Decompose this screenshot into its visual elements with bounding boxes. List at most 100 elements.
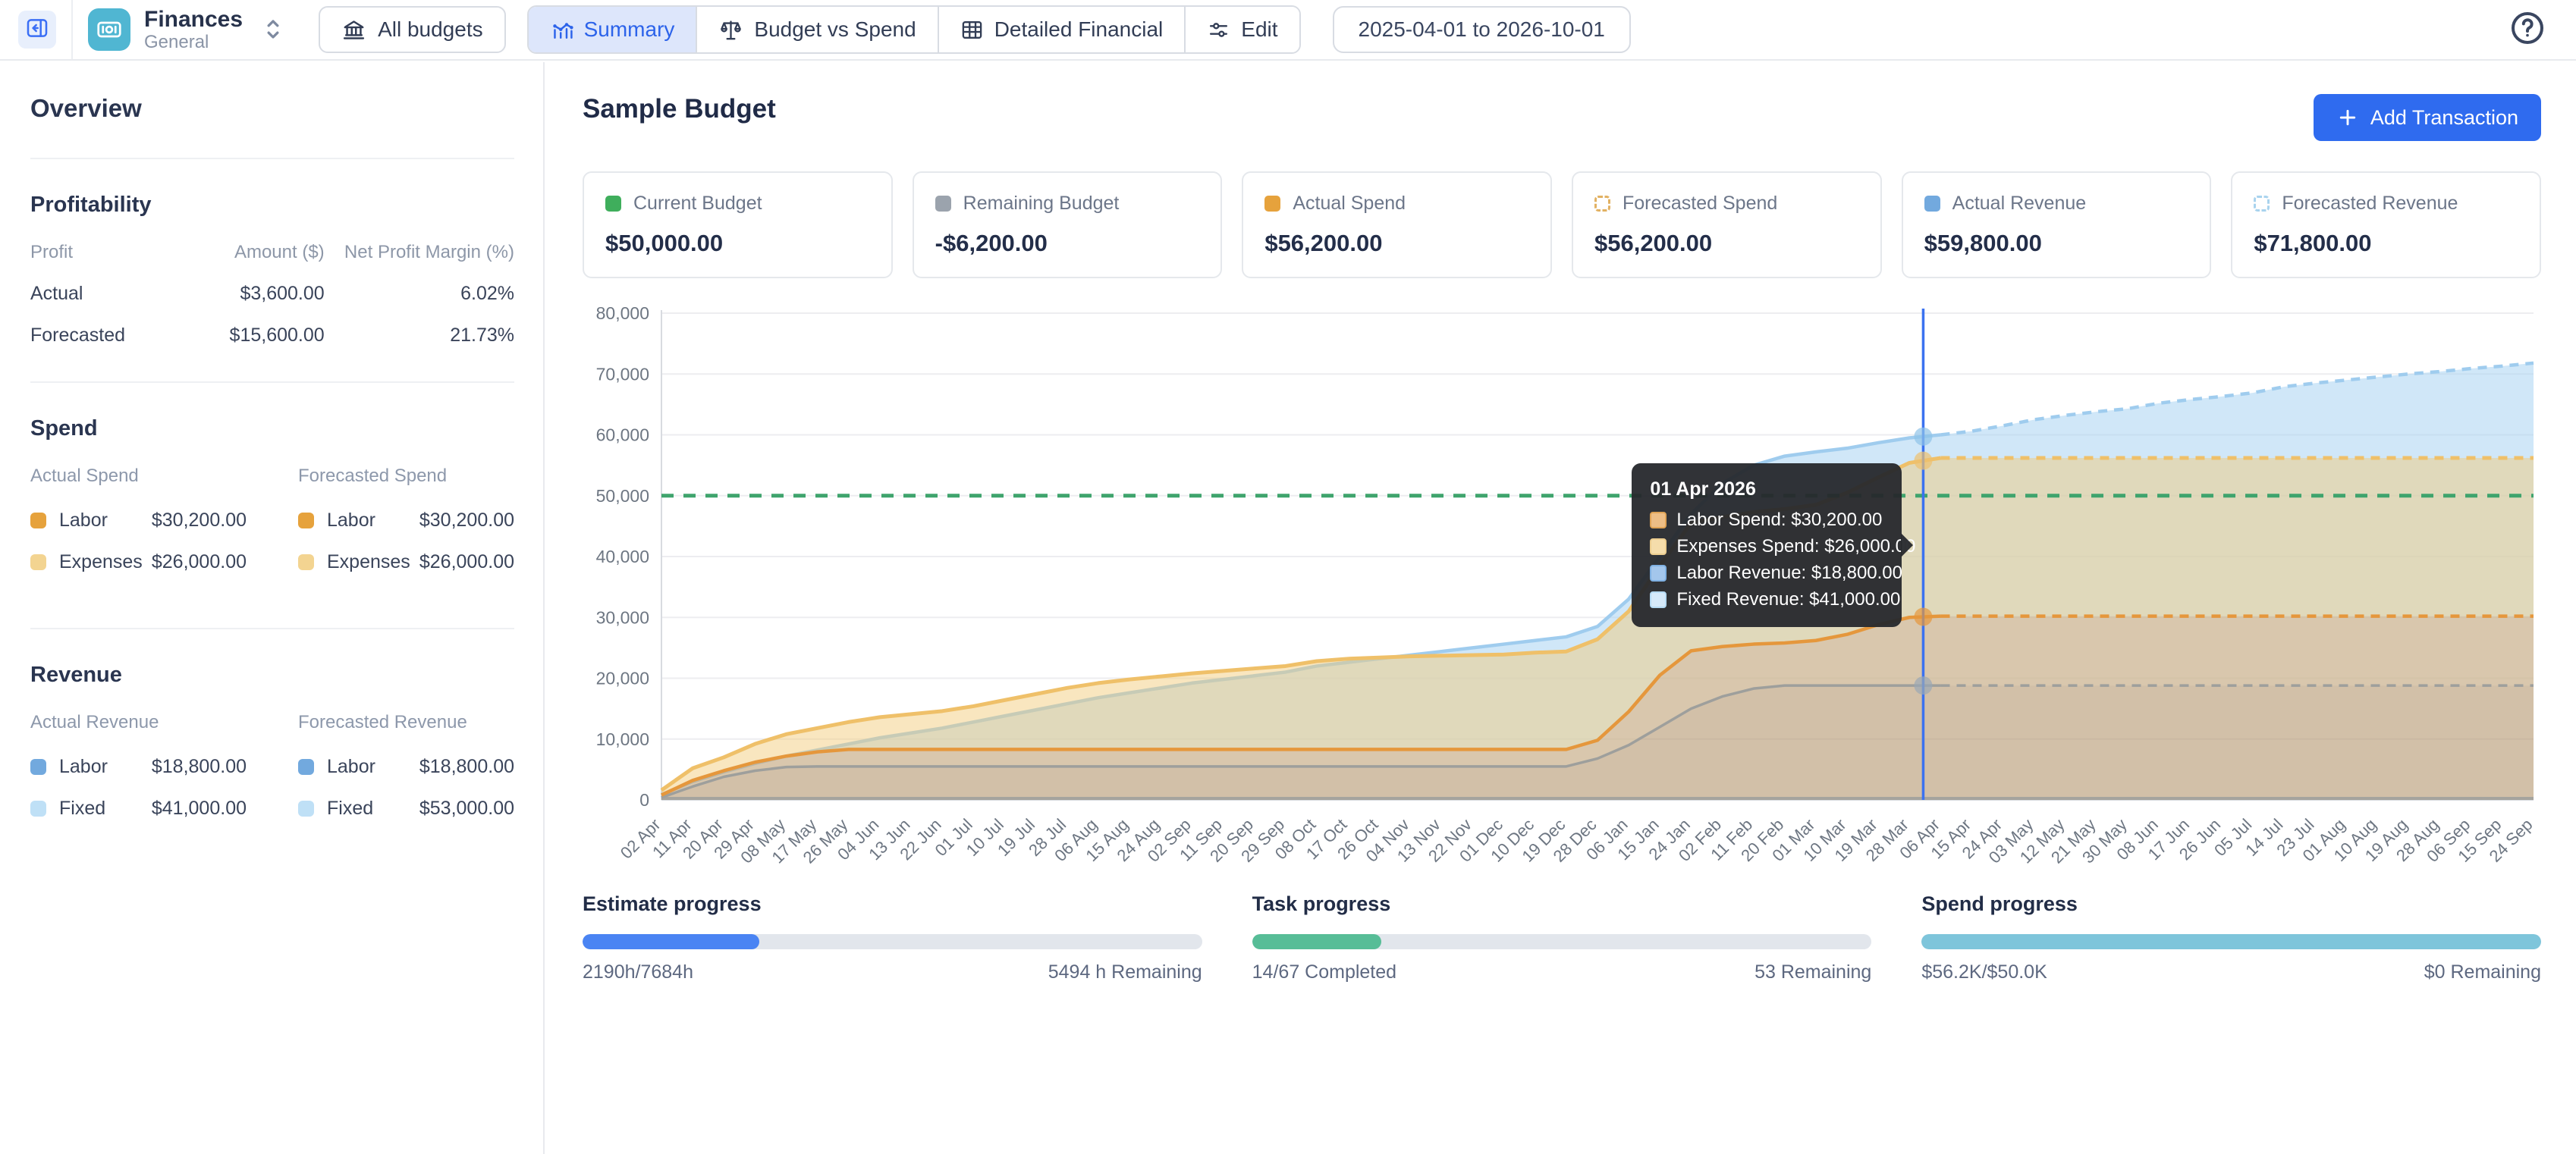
- progress-left-text: $56.2K/$50.0K: [1921, 961, 2047, 983]
- progress-right-text: 5494 h Remaining: [1048, 961, 1202, 983]
- progress-block: Task progress14/67 Completed53 Remaining: [1252, 892, 1872, 983]
- legend-label: Labor: [59, 756, 108, 778]
- collapse-sidebar-button[interactable]: [18, 11, 56, 49]
- profit-cell: $15,600.00: [159, 325, 325, 347]
- add-transaction-label: Add Transaction: [2370, 106, 2518, 130]
- legend-value: $53,000.00: [419, 798, 514, 820]
- stat-label: Forecasted Revenue: [2282, 193, 2458, 215]
- tooltip-row: Labor Spend: $30,200.00: [1650, 510, 1883, 531]
- help-button[interactable]: [2509, 10, 2546, 50]
- nav-group: Summary Budget vs Spend Detailed Financial…: [527, 5, 1301, 54]
- progress-footer: $56.2K/$50.0K $0 Remaining: [1921, 961, 2541, 983]
- progress-right-text: 53 Remaining: [1755, 961, 1871, 983]
- tab-detailed-financial[interactable]: Detailed Financial: [938, 7, 1185, 52]
- table-icon: [960, 18, 984, 42]
- tooltip-row: Expenses Spend: $26,000.00: [1650, 536, 1883, 557]
- date-range-picker[interactable]: 2025-04-01 to 2026-10-01: [1333, 6, 1631, 53]
- legend-swatch: [30, 801, 46, 817]
- sidebar-divider: [30, 381, 514, 383]
- stat-card: Forecasted Revenue $71,800.00: [2231, 171, 2541, 278]
- tab-budget-vs-spend[interactable]: Budget vs Spend: [696, 7, 937, 52]
- legend-label: Fixed: [59, 798, 105, 820]
- legend-label: Labor: [59, 510, 108, 532]
- legend-group: Actual RevenueLabor$18,800.00Fixed$41,00…: [30, 712, 247, 839]
- bank-icon: [341, 17, 366, 42]
- tab-all-budgets[interactable]: All budgets: [319, 6, 506, 53]
- legend-swatch: [30, 554, 46, 570]
- chevron-up-down-icon: [262, 17, 284, 42]
- profit-column-header: Amount ($): [159, 242, 325, 263]
- tab-label: Summary: [584, 17, 675, 42]
- budget-chart-canvas[interactable]: 010,00020,00030,00040,00050,00060,00070,…: [583, 303, 2541, 880]
- header-divider: [71, 0, 73, 59]
- stat-swatch: [1924, 196, 1940, 212]
- tab-summary[interactable]: Summary: [529, 7, 696, 52]
- stat-value: $50,000.00: [605, 230, 870, 257]
- legend-group-title: Forecasted Revenue: [298, 712, 514, 733]
- overview-sidebar: Overview Profitability ProfitAmount ($)N…: [0, 62, 545, 1154]
- svg-text:20,000: 20,000: [596, 669, 649, 688]
- nav-tabs: All budgets Summary Budget vs Spend Detaile…: [319, 5, 1300, 54]
- workspace-selector[interactable]: Finances General: [88, 7, 284, 53]
- sidebar-divider: [30, 628, 514, 629]
- legend-label: Labor: [327, 756, 375, 778]
- progress-fill: [1921, 934, 2541, 949]
- summary-cards: Current Budget$50,000.00Remaining Budget…: [583, 171, 2541, 278]
- tooltip-label: Labor Spend: $30,200.00: [1676, 510, 1882, 531]
- legend-row: Expenses$26,000.00: [30, 551, 247, 573]
- progress-fill: [1252, 934, 1382, 949]
- revenue-section: Revenue Actual RevenueLabor$18,800.00Fix…: [30, 663, 514, 839]
- progress-title: Estimate progress: [583, 892, 1202, 916]
- page-title: Sample Budget: [583, 94, 776, 124]
- legend-row: Fixed$53,000.00: [298, 798, 514, 820]
- progress-left-text: 2190h/7684h: [583, 961, 693, 983]
- spend-section: Spend Actual SpendLabor$30,200.00Expense…: [30, 416, 514, 593]
- svg-text:30,000: 30,000: [596, 607, 649, 627]
- progress-track: [583, 934, 1202, 949]
- top-header: Finances General All budgets Summary Budge…: [0, 0, 2576, 61]
- legend-value: $30,200.00: [419, 510, 514, 532]
- progress-track: [1921, 934, 2541, 949]
- legend-value: $30,200.00: [152, 510, 247, 532]
- stat-label: Actual Spend: [1293, 193, 1406, 215]
- profit-cell: 6.02%: [325, 283, 514, 305]
- tooltip-swatch: [1650, 538, 1667, 555]
- stat-label: Forecasted Spend: [1623, 193, 1777, 215]
- profitability-heading: Profitability: [30, 193, 514, 218]
- legend-label: Expenses: [327, 551, 410, 573]
- sliders-icon: [1207, 18, 1230, 42]
- tooltip-swatch: [1650, 591, 1667, 608]
- workspace-title: Finances: [144, 7, 243, 33]
- stat-value: -$6,200.00: [935, 230, 1200, 257]
- legend-label: Expenses: [59, 551, 143, 573]
- progress-right-text: $0 Remaining: [2424, 961, 2541, 983]
- legend-swatch: [298, 801, 314, 817]
- budget-chart[interactable]: 010,00020,00030,00040,00050,00060,00070,…: [583, 303, 2541, 880]
- collapse-sidebar-icon: [25, 16, 49, 44]
- progress-block: Estimate progress 2190h/7684h 5494 h Remai…: [583, 892, 1202, 983]
- banknote-icon: [88, 8, 130, 51]
- add-transaction-button[interactable]: Add Transaction: [2314, 94, 2541, 141]
- profit-cell: Forecasted: [30, 325, 159, 347]
- main-header-row: Sample Budget Add Transaction: [583, 94, 2541, 141]
- workspace-subtitle: General: [144, 33, 243, 52]
- question-mark-icon: [2509, 10, 2546, 50]
- legend-swatch: [30, 759, 46, 775]
- tab-label: Detailed Financial: [994, 17, 1164, 42]
- stat-swatch: [935, 196, 951, 212]
- plus-icon: [2336, 106, 2359, 129]
- tooltip-label: Fixed Revenue: $41,000.00: [1676, 589, 1900, 610]
- legend-value: $26,000.00: [419, 551, 514, 573]
- profit-column-header: Net Profit Margin (%): [325, 242, 514, 263]
- stat-label: Actual Revenue: [1952, 193, 2087, 215]
- stat-card-label-row: Forecasted Spend: [1594, 193, 1859, 215]
- legend-label: Labor: [327, 510, 375, 532]
- sidebar-divider: [30, 158, 514, 159]
- tooltip-swatch: [1650, 565, 1667, 582]
- stat-value: $71,800.00: [2254, 230, 2518, 257]
- progress-title: Spend progress: [1921, 892, 2541, 916]
- profit-cell: $3,600.00: [159, 283, 325, 305]
- tab-label: Edit: [1241, 17, 1277, 42]
- legend-row: Labor$18,800.00: [30, 756, 247, 778]
- tab-edit[interactable]: Edit: [1184, 7, 1299, 52]
